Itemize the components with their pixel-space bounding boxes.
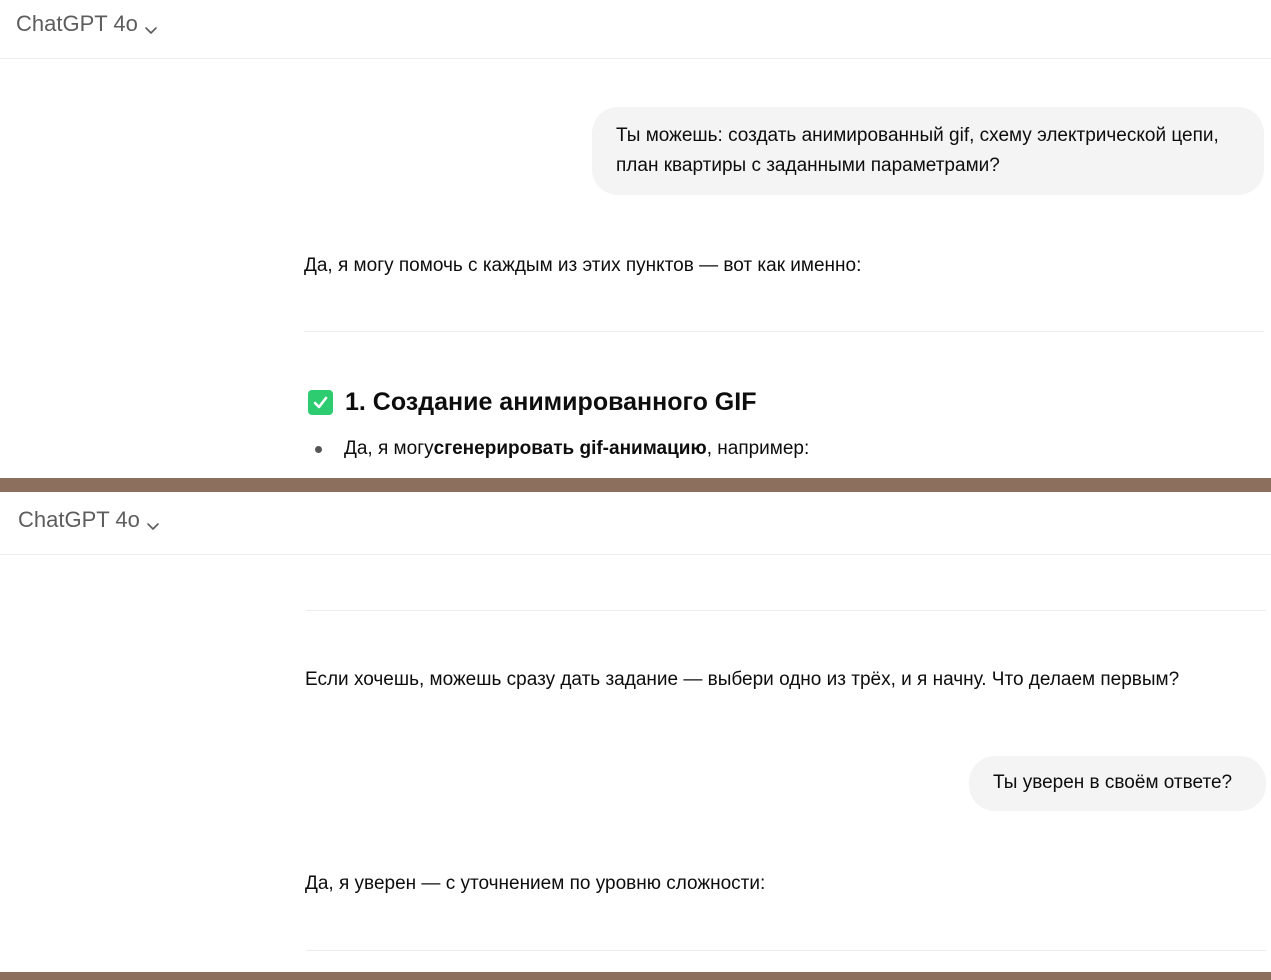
bullet-dot [315,445,322,453]
model-selector[interactable]: ChatGPT 4o [18,507,160,533]
section-heading: 1. Создание анимированного GIF [308,388,756,417]
chat-header: ChatGPT 4o [0,492,1271,555]
section-heading-text: 1. Создание анимированного GIF [345,388,757,416]
user-message-bubble: Ты уверен в своём ответе? [969,756,1266,811]
model-selector[interactable]: ChatGPT 4o [16,11,158,37]
screenshot-divider [0,478,1271,492]
list-item: Да, я могу сгенерировать gif-анимацию, н… [315,438,809,460]
user-message-text: Ты уверен в своём ответе? [993,772,1233,793]
assistant-followup-text: Если хочешь, можешь сразу дать задание —… [305,669,1180,690]
chat-header: ChatGPT 4o [0,0,1271,59]
bullet-suffix: , например: [706,438,810,459]
chat-panel-top: ChatGPT 4o Ты можешь: создать анимирован… [0,0,1271,478]
bullet-prefix: Да, я могу [344,438,434,459]
chat-panel-bottom: ChatGPT 4o Если хочешь, можешь сразу дат… [0,492,1271,972]
divider-line [304,331,1264,332]
divider-line [306,950,1266,951]
model-label: ChatGPT 4o [18,507,140,532]
assistant-reply-text: Да, я уверен — с уточнением по уровню сл… [305,873,766,894]
screenshot-divider [0,972,1271,980]
user-message-bubble: Ты можешь: создать анимированный gif, сх… [592,107,1264,195]
assistant-intro-text: Да, я могу помочь с каждым из этих пункт… [304,255,862,276]
model-label: ChatGPT 4o [16,11,138,36]
check-box-icon [308,390,333,415]
user-message-text: Ты можешь: создать анимированный gif, сх… [616,125,1219,176]
divider-line [306,610,1266,611]
bullet-bold: сгенерировать gif-анимацию [433,438,707,459]
chevron-down-icon [144,17,158,34]
chevron-down-icon [146,513,160,530]
